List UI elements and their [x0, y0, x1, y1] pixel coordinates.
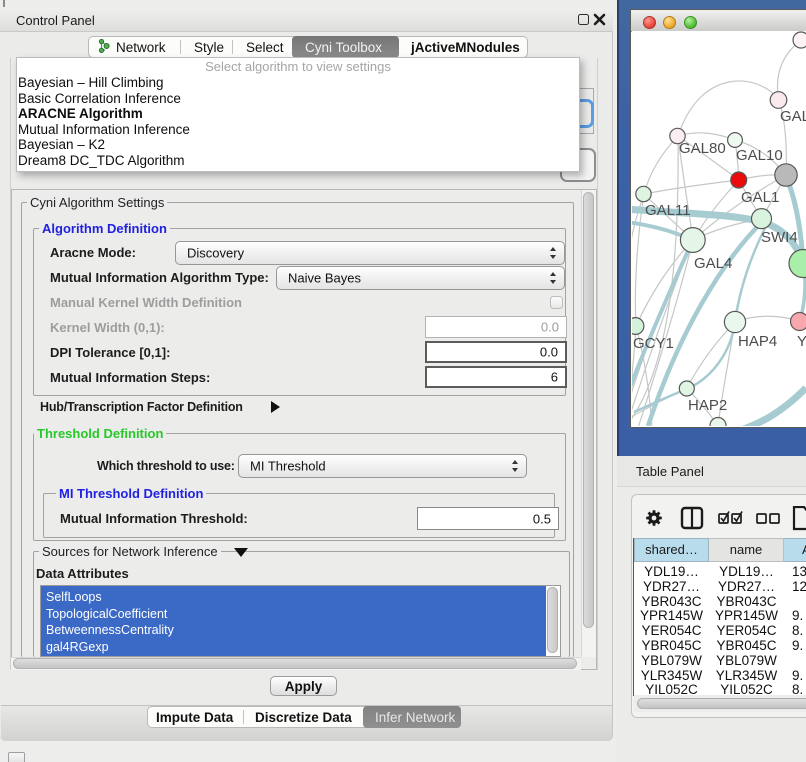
- svg-text:GCY1: GCY1: [633, 335, 674, 352]
- svg-text:GAL11: GAL11: [645, 202, 691, 219]
- svg-text:GAL: GAL: [780, 108, 806, 125]
- svg-text:HAP4: HAP4: [738, 333, 777, 350]
- svg-text:GAL4: GAL4: [694, 255, 732, 272]
- svg-text:HAP2: HAP2: [688, 397, 727, 414]
- svg-text:SWI4: SWI4: [761, 229, 798, 246]
- svg-text:GAL80: GAL80: [679, 140, 726, 157]
- svg-text:GAL10: GAL10: [736, 147, 783, 164]
- svg-text:Y: Y: [797, 333, 806, 350]
- svg-text:GAL1: GAL1: [741, 189, 779, 206]
